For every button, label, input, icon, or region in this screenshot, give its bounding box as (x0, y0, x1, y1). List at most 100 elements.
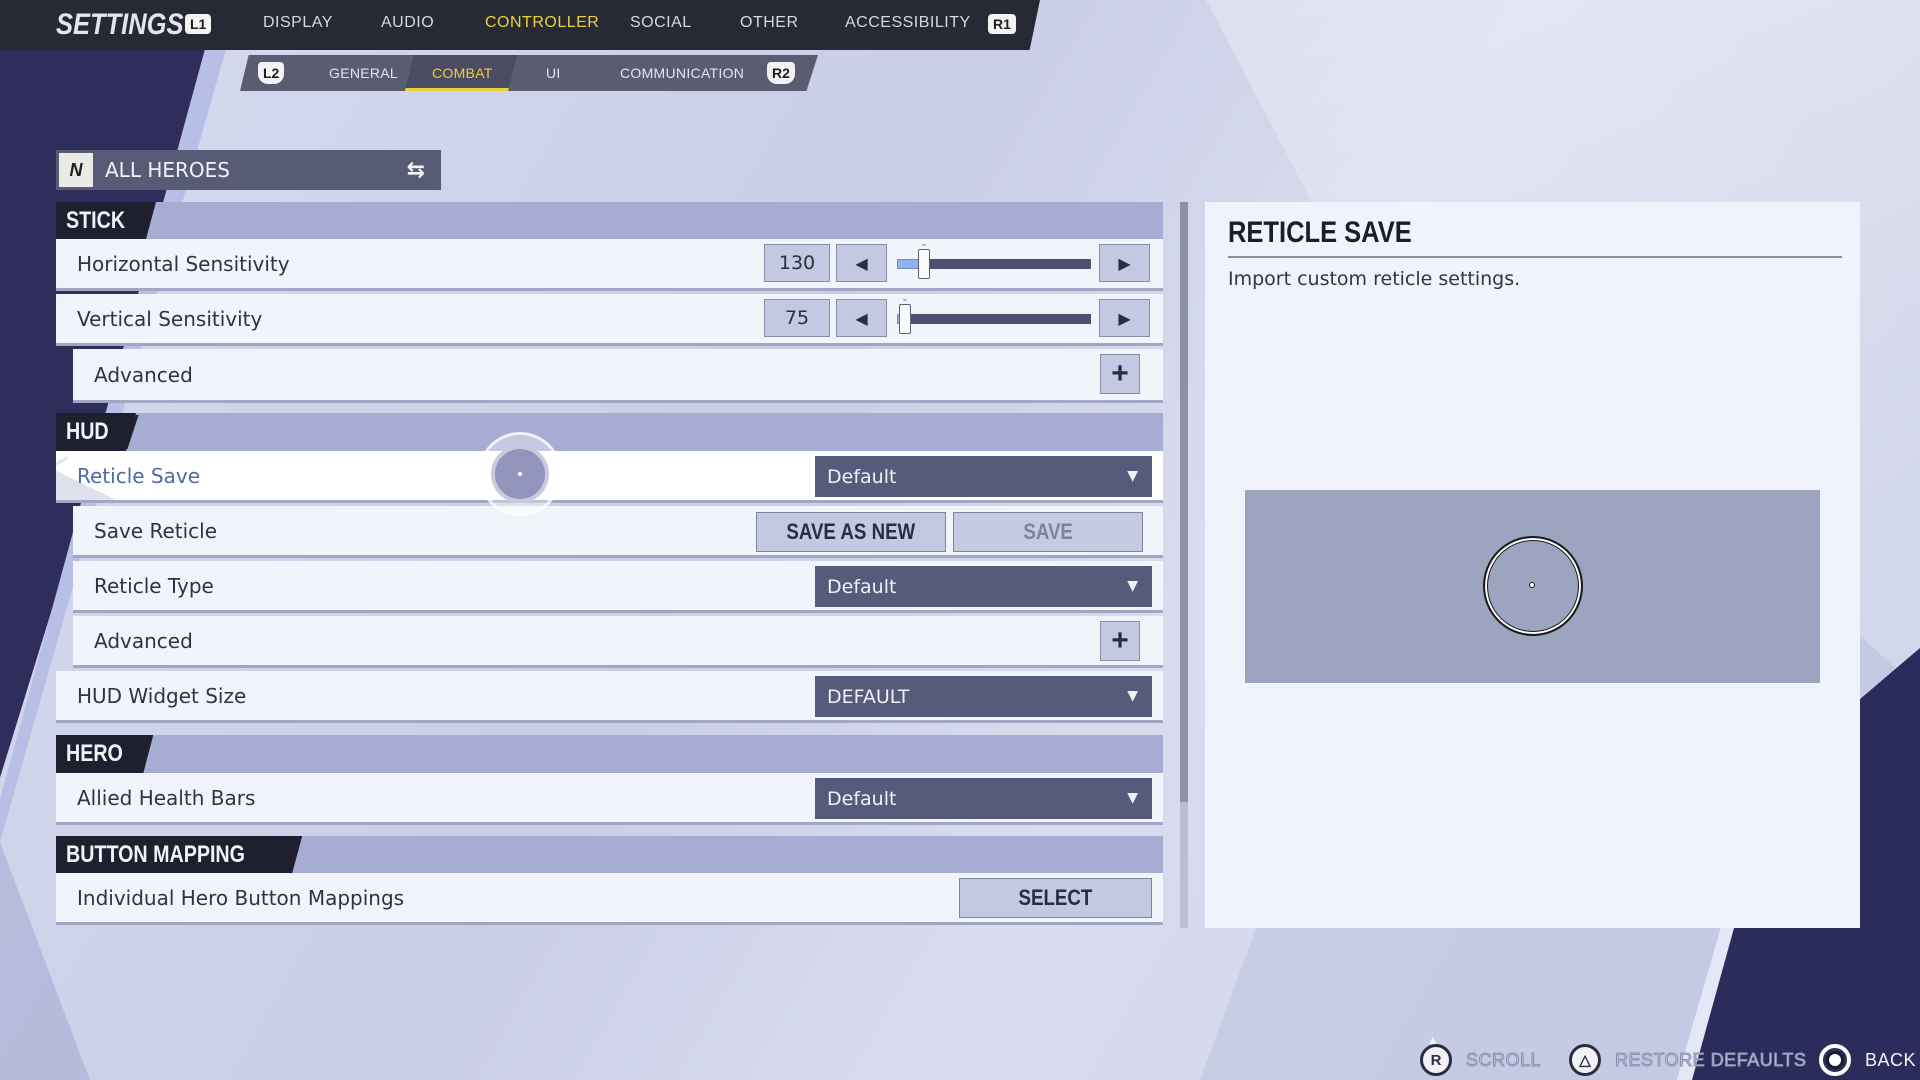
setting-label: Save Reticle (94, 518, 218, 543)
page-title: SETTINGS (56, 8, 184, 41)
hero-selector[interactable]: N ALL HEROES ⇆ (56, 150, 441, 190)
r2-trigger-button[interactable]: R2 (767, 62, 795, 84)
setting-row-individual-hero-button-mappings[interactable]: Individual Hero Button Mappings SELECT (56, 873, 1163, 925)
save-button[interactable]: SAVE (953, 512, 1143, 552)
plus-icon: + (1111, 624, 1129, 657)
setting-row-horizontal-sensitivity[interactable]: Horizontal Sensitivity 130 ◀ ⌄ ▶ (56, 239, 1163, 291)
slider-thumb[interactable] (899, 304, 911, 334)
info-title: RETICLE SAVE (1228, 216, 1412, 249)
scrollbar-thumb[interactable] (1180, 202, 1188, 802)
footer-restore-defaults[interactable]: △ RESTORE DEFAULTS (1569, 1044, 1806, 1076)
l2-trigger-button[interactable]: L2 (258, 62, 285, 84)
chevron-down-icon: ▼ (1127, 688, 1138, 704)
info-divider (1228, 256, 1842, 258)
select-button[interactable]: SELECT (959, 878, 1152, 918)
setting-label: Reticle Type (94, 573, 214, 598)
section-header-hud: HUD (56, 413, 1163, 451)
horizontal-sensitivity-slider[interactable]: ⌄ (897, 239, 1091, 279)
left-arrow-icon: ◀ (855, 308, 868, 328)
setting-row-stick-advanced[interactable]: Advanced + (73, 349, 1163, 403)
section-title: HUD (56, 413, 136, 451)
tab-controller[interactable]: CONTROLLER (485, 14, 599, 32)
setting-row-vertical-sensitivity[interactable]: Vertical Sensitivity 75 ◀ ⌄ ▶ (56, 294, 1163, 346)
slider-caret-icon: ⌄ (901, 294, 909, 304)
slider-caret-icon: ⌄ (920, 239, 928, 249)
info-description: Import custom reticle settings. (1228, 268, 1521, 290)
subtab-ui[interactable]: UI (546, 65, 561, 81)
setting-row-hud-widget-size[interactable]: HUD Widget Size DEFAULT ▼ (56, 671, 1163, 723)
footer-label: SCROLL (1465, 1049, 1542, 1070)
section-header-stick: STICK (56, 202, 1163, 239)
setting-label: Horizontal Sensitivity (77, 251, 290, 276)
setting-row-save-reticle[interactable]: Save Reticle SAVE AS NEW SAVE (73, 506, 1163, 558)
expand-button[interactable]: + (1100, 354, 1140, 394)
cursor-ring (491, 445, 549, 503)
subtab-communication[interactable]: COMMUNICATION (620, 65, 744, 81)
tab-audio[interactable]: AUDIO (381, 14, 434, 32)
footer-label: RESTORE DEFAULTS (1614, 1049, 1807, 1070)
sub-nav-bar: L2 GENERAL COMBAT UI COMMUNICATION R2 (240, 55, 818, 91)
right-arrow-icon: ▶ (1118, 308, 1131, 328)
chevron-down-icon: ▼ (1127, 468, 1138, 484)
chevron-down-icon: ▼ (1127, 578, 1138, 594)
dropdown-value: Default (827, 787, 897, 810)
swap-arrows-icon[interactable]: ⇆ (407, 158, 425, 183)
cursor-dot (518, 472, 522, 476)
save-as-new-button[interactable]: SAVE AS NEW (756, 512, 946, 552)
r1-bumper-button[interactable]: R1 (988, 14, 1016, 34)
settings-scrollbar[interactable] (1180, 202, 1188, 928)
triangle-button-icon: △ (1569, 1044, 1601, 1076)
tab-other[interactable]: OTHER (740, 14, 799, 32)
l1-bumper-button[interactable]: L1 (185, 14, 212, 34)
right-arrow-icon: ▶ (1118, 253, 1131, 273)
reticle-save-dropdown[interactable]: Default ▼ (815, 456, 1152, 497)
hud-widget-size-dropdown[interactable]: DEFAULT ▼ (815, 676, 1152, 717)
dropdown-value: Default (827, 465, 897, 488)
vertical-sensitivity-value[interactable]: 75 (764, 299, 830, 337)
expand-button[interactable]: + (1100, 621, 1140, 661)
setting-label: Vertical Sensitivity (77, 306, 263, 331)
increase-button[interactable]: ▶ (1099, 244, 1150, 282)
decrease-button[interactable]: ◀ (836, 244, 887, 282)
reticle-center-dot-icon (1529, 582, 1535, 588)
right-stick-icon: R (1420, 1044, 1452, 1076)
setting-label: Individual Hero Button Mappings (77, 885, 405, 910)
horizontal-sensitivity-value[interactable]: 130 (764, 244, 830, 282)
setting-row-reticle-type[interactable]: Reticle Type Default ▼ (73, 561, 1163, 613)
section-header-hero: HERO (56, 735, 1163, 773)
reticle-preview (1245, 490, 1820, 683)
vertical-sensitivity-slider[interactable]: ⌄ (897, 294, 1091, 334)
setting-row-allied-health-bars[interactable]: Allied Health Bars Default ▼ (56, 773, 1163, 825)
setting-label: Advanced (94, 362, 193, 387)
footer-back[interactable]: BACK (1819, 1044, 1916, 1076)
increase-button[interactable]: ▶ (1099, 299, 1150, 337)
dropdown-value: Default (827, 575, 897, 598)
setting-label: HUD Widget Size (77, 683, 247, 708)
circle-button-icon (1819, 1044, 1851, 1076)
setting-label: Allied Health Bars (77, 785, 256, 810)
subtab-combat[interactable]: COMBAT (432, 65, 493, 81)
subtab-general[interactable]: GENERAL (329, 65, 398, 81)
left-arrow-icon: ◀ (855, 253, 868, 273)
footer-label: BACK (1865, 1049, 1917, 1070)
allied-health-bars-dropdown[interactable]: Default ▼ (815, 778, 1152, 819)
game-logo-icon: N (59, 153, 93, 187)
decrease-button[interactable]: ◀ (836, 299, 887, 337)
tab-accessibility[interactable]: ACCESSIBILITY (845, 14, 971, 32)
tab-display[interactable]: DISPLAY (263, 14, 333, 32)
setting-label: Advanced (94, 628, 193, 653)
settings-list: STICK Horizontal Sensitivity 130 ◀ ⌄ ▶ V… (56, 202, 1163, 928)
main-nav-bar: SETTINGS L1 DISPLAY AUDIO CONTROLLER SOC… (0, 0, 1040, 50)
footer-scroll[interactable]: R SCROLL (1420, 1044, 1541, 1076)
chevron-down-icon: ▼ (1127, 790, 1138, 806)
dropdown-value: DEFAULT (827, 685, 910, 708)
reticle-type-dropdown[interactable]: Default ▼ (815, 566, 1152, 607)
tab-social[interactable]: SOCIAL (630, 14, 692, 32)
plus-icon: + (1111, 357, 1129, 390)
setting-row-reticle-save[interactable]: Reticle Save Default ▼ (56, 451, 1163, 503)
setting-label: Reticle Save (77, 463, 201, 488)
setting-row-hud-advanced[interactable]: Advanced + (73, 616, 1163, 668)
slider-thumb[interactable] (918, 249, 930, 279)
info-panel: RETICLE SAVE Import custom reticle setti… (1205, 202, 1860, 928)
virtual-cursor (478, 432, 562, 516)
